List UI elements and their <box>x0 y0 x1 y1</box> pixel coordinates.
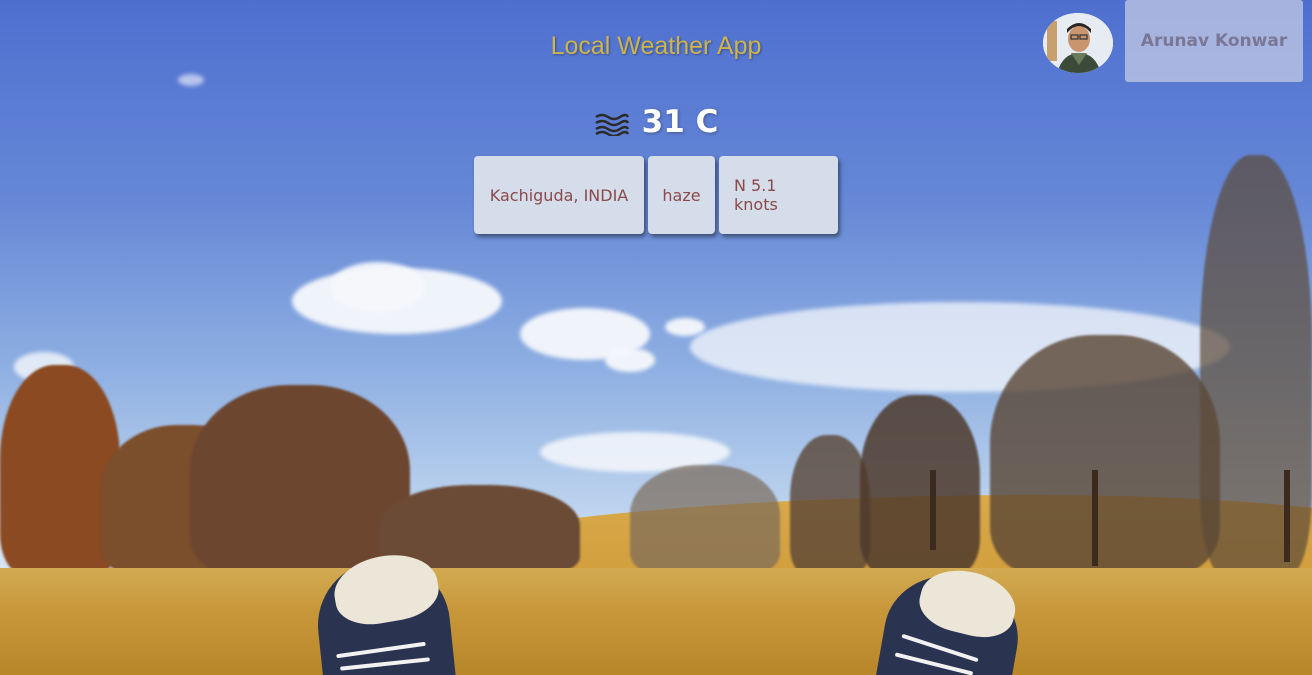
tree <box>190 385 410 575</box>
tree <box>990 335 1220 575</box>
tree-trunk <box>1092 470 1098 566</box>
cloud <box>665 318 705 336</box>
tree <box>860 395 980 575</box>
weather-info-row: Kachiguda, INDIA haze N 5.1 knots <box>474 156 838 234</box>
user-name-button[interactable]: Arunav Konwar <box>1125 0 1303 82</box>
tree-trunk <box>1284 470 1290 562</box>
location-box: Kachiguda, INDIA <box>474 156 644 234</box>
tree <box>790 435 870 575</box>
wind-box: N 5.1 knots <box>719 156 838 234</box>
condition-box: haze <box>648 156 715 234</box>
background-scene <box>0 0 1312 675</box>
tree <box>1200 155 1312 575</box>
tree <box>630 465 780 575</box>
grass-field <box>0 568 1312 675</box>
cloud <box>605 348 655 372</box>
avatar[interactable] <box>1043 13 1113 73</box>
cloud <box>178 74 204 86</box>
cloud <box>330 262 425 312</box>
app-title: Local Weather App <box>550 32 762 60</box>
temperature-row: 31 C <box>0 104 1312 140</box>
tree-trunk <box>930 470 936 550</box>
haze-icon <box>594 108 630 138</box>
temperature-value: 31 C <box>641 104 719 140</box>
